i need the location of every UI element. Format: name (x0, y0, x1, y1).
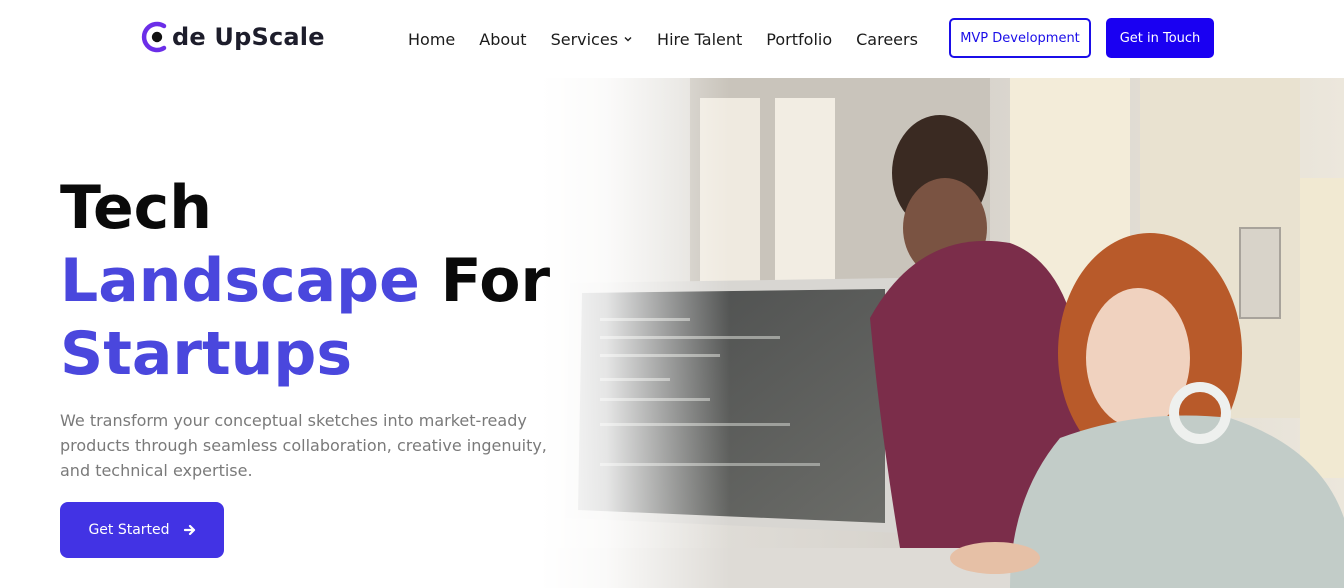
get-started-button[interactable]: Get Started (60, 502, 224, 558)
nav-item-services[interactable]: Services (551, 30, 633, 49)
get-started-label: Get Started (88, 522, 170, 538)
nav-item-home[interactable]: Home (408, 30, 455, 49)
nav-item-about[interactable]: About (479, 30, 526, 49)
logo-c-icon (140, 19, 170, 55)
logo-text: de UpScale (172, 23, 325, 51)
hero-description: We transform your conceptual sketches in… (60, 411, 547, 480)
nav-item-careers[interactable]: Careers (856, 30, 918, 49)
site-header: de UpScale Home About Services Hire Tale… (0, 0, 1344, 78)
hero-headline: Tech Landscape For Startups (60, 172, 550, 391)
headline-word-for: For (419, 246, 551, 316)
nav-item-services-label: Services (550, 29, 619, 49)
headline-word-landscape: Landscape (60, 246, 420, 316)
get-in-touch-button[interactable]: Get in Touch (1106, 18, 1214, 58)
chevron-down-icon (624, 37, 632, 42)
mvp-development-button[interactable]: MVP Development (949, 18, 1091, 58)
nav-item-hire-talent[interactable]: Hire Talent (657, 30, 742, 49)
arrow-right-icon (183, 524, 195, 536)
nav-item-portfolio[interactable]: Portfolio (766, 30, 832, 49)
main-nav: Home About Services Hire Talent Portfoli… (396, 24, 930, 54)
hero-image (540, 78, 1344, 588)
brand-logo[interactable]: de UpScale (140, 18, 325, 56)
headline-word-tech: Tech (60, 173, 212, 243)
headline-word-startups: Startups (60, 319, 353, 389)
